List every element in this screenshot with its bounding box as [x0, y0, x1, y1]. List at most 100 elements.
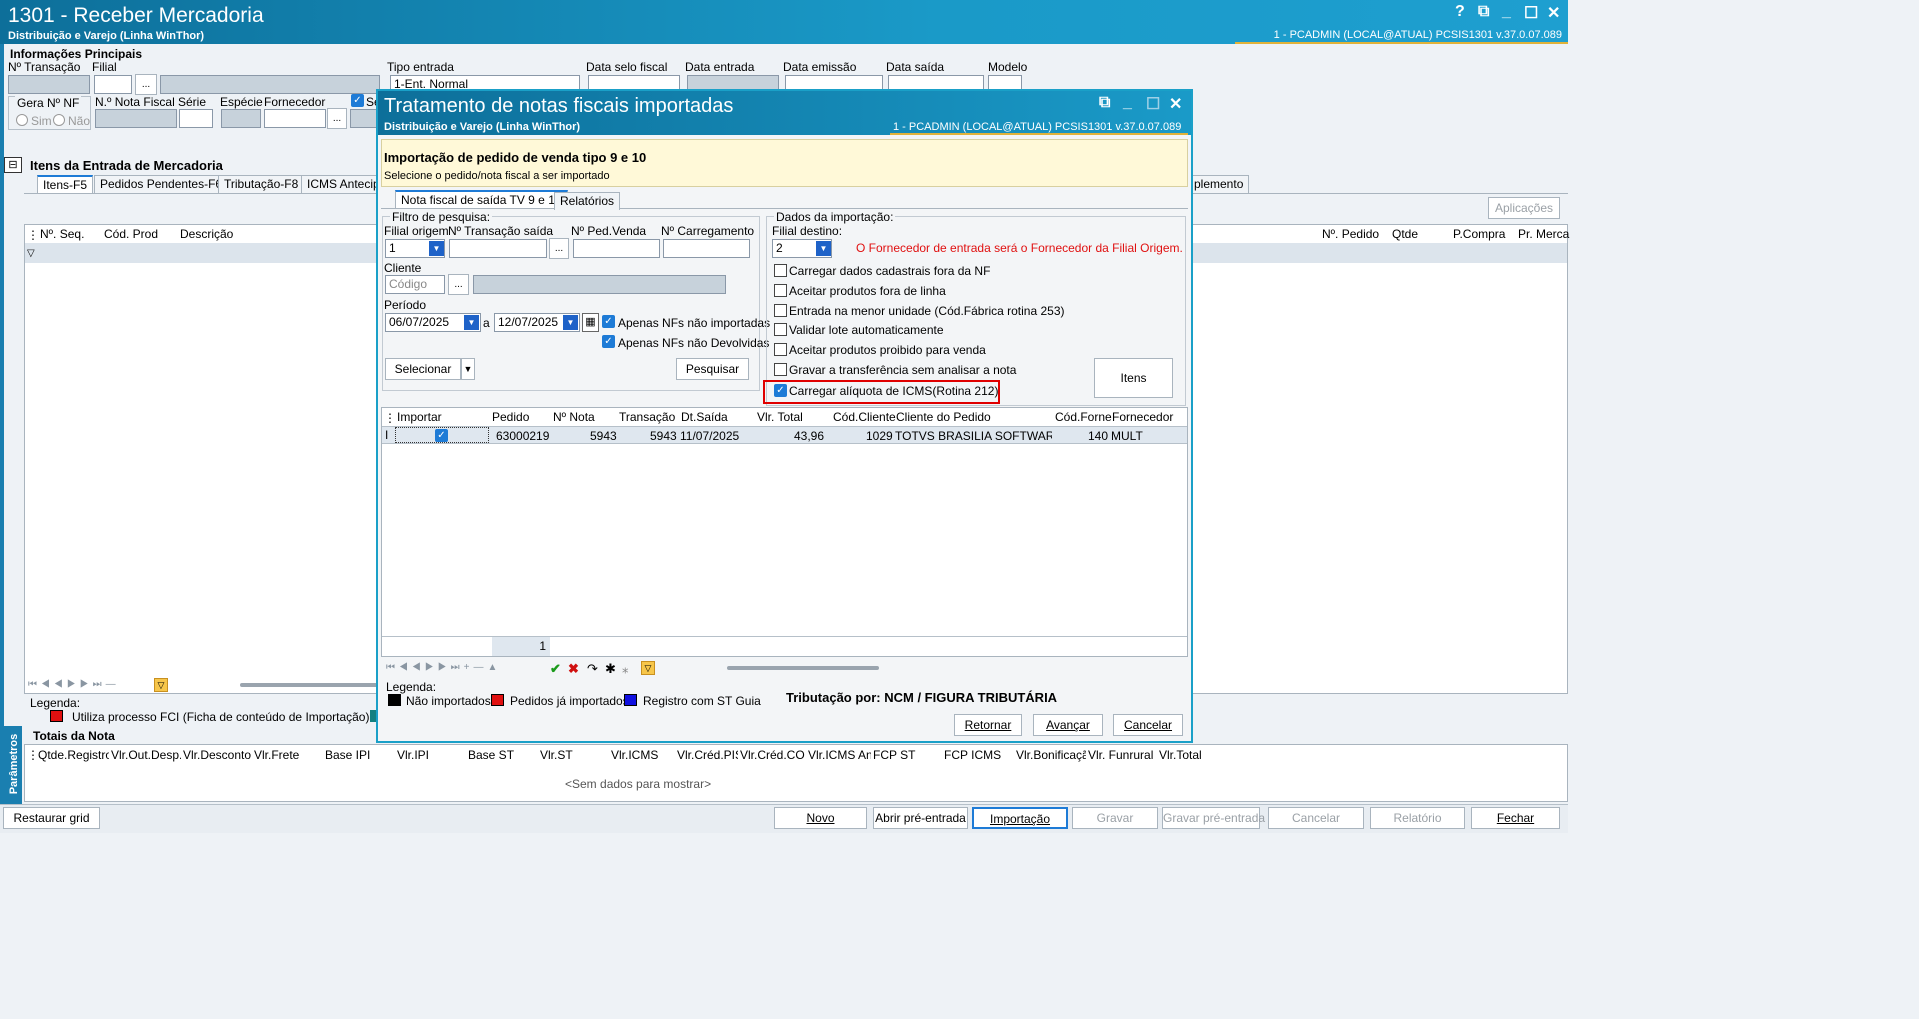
importacao-button[interactable]: Importação [972, 807, 1068, 829]
totais-col-9[interactable]: Vlr.Créd.PIS [677, 748, 738, 762]
help-icon[interactable]: ? [1455, 3, 1465, 21]
totais-col-16[interactable]: Vlr.Total [1159, 748, 1239, 762]
restaurar-grid-button[interactable]: Restaurar grid [3, 807, 100, 829]
col-transacao[interactable]: Transação [619, 410, 675, 424]
nao-radio[interactable] [53, 114, 65, 126]
grid-menu-icon[interactable]: ⋮ [27, 228, 39, 242]
col-nota[interactable]: Nº Nota [553, 410, 595, 424]
col-qtde[interactable]: Qtde [1392, 227, 1418, 241]
transacao-field[interactable] [8, 75, 90, 94]
items-filter-button[interactable]: ▽ [154, 678, 168, 692]
totais-col-0[interactable]: Qtde.Registro [38, 748, 109, 762]
selecionar-dropdown-icon[interactable]: ▼ [461, 358, 475, 380]
col-dt-saida[interactable]: Dt.Saída [681, 410, 728, 424]
cliente-codigo-field[interactable]: Código [385, 275, 445, 294]
totais-col-5[interactable]: Vlr.IPI [397, 748, 466, 762]
se-checkbox[interactable]: ✓ [351, 94, 364, 107]
dialog-hscroll[interactable] [727, 666, 879, 670]
dialog-grid-navigator[interactable]: ⏮◀◀▶▶⏭+—▲ [386, 662, 501, 673]
aplicacoes-button[interactable]: Aplicações [1488, 197, 1560, 219]
option-checkbox-1[interactable] [774, 284, 787, 297]
asterisk-icon[interactable]: ✱ [605, 661, 616, 677]
col-descricao[interactable]: Descrição [180, 227, 233, 241]
pesquisar-button[interactable]: Pesquisar [676, 358, 749, 380]
maximize-icon[interactable]: ☐ [1524, 3, 1538, 23]
tab-relatorios[interactable]: Relatórios [554, 192, 621, 210]
dialog-restore-icon[interactable]: ⧉ [1099, 94, 1110, 112]
icms-checkbox[interactable]: ✓ [774, 384, 787, 397]
col-vlr-total[interactable]: Vlr. Total [757, 410, 803, 424]
col-pedido[interactable]: Pedido [492, 410, 529, 424]
totais-col-15[interactable]: Vlr. Funrural [1088, 748, 1157, 762]
apenas-nao-importadas-checkbox[interactable]: ✓ [602, 315, 615, 328]
relatorio-button[interactable]: Relatório [1370, 807, 1465, 829]
totais-col-2[interactable]: Vlr.Desconto [183, 748, 252, 762]
novo-button[interactable]: Novo [774, 807, 867, 829]
col-seq[interactable]: Nº. Seq. [40, 227, 84, 241]
option-checkbox-3[interactable] [774, 323, 787, 336]
filial-search-button[interactable]: ... [135, 74, 157, 95]
apenas-nao-devolvidas-checkbox[interactable]: ✓ [602, 335, 615, 348]
totais-col-1[interactable]: Vlr.Out.Desp. [111, 748, 181, 762]
option-checkbox-0[interactable] [774, 264, 787, 277]
totais-col-6[interactable]: Base ST [468, 748, 538, 762]
sim-radio[interactable] [16, 114, 28, 126]
retornar-button[interactable]: Retornar [954, 714, 1022, 736]
post-icon[interactable]: ✔ [550, 661, 561, 677]
row-importar-checkbox[interactable]: ✓ [435, 429, 448, 442]
serie-field[interactable] [179, 109, 213, 128]
avancar-button[interactable]: Avançar [1033, 714, 1103, 736]
tab-itens[interactable]: Itens-F5 [37, 175, 94, 193]
filter-icon[interactable]: ▽ [27, 248, 35, 259]
totais-col-7[interactable]: Vlr.ST [540, 748, 609, 762]
tab-complemento[interactable]: plemento [1188, 175, 1250, 193]
minimize-icon[interactable]: _ [1502, 3, 1511, 21]
cancelar-button[interactable]: Cancelar [1268, 807, 1364, 829]
restore-icon[interactable]: ⧉ [1478, 3, 1489, 21]
ped-venda-field[interactable] [573, 239, 660, 258]
cliente-search-button[interactable]: ... [448, 274, 469, 295]
dialog-filter-button[interactable]: ▽ [641, 661, 655, 675]
especie-field[interactable] [221, 109, 261, 128]
fornecedor-search-button[interactable]: ... [327, 108, 347, 129]
data-final-dropdown-icon[interactable]: ▼ [563, 315, 578, 330]
col-fornecedor[interactable]: Fornecedor [1112, 410, 1173, 424]
fechar-button[interactable]: Fechar [1471, 807, 1560, 829]
items-hscroll[interactable] [240, 683, 380, 687]
fornecedor-field[interactable] [264, 109, 326, 128]
selecionar-button[interactable]: Selecionar [385, 358, 461, 380]
totais-col-13[interactable]: FCP ICMS [944, 748, 1014, 762]
option-checkbox-4[interactable] [774, 343, 787, 356]
transacao-search-button[interactable]: ... [549, 238, 569, 259]
close-icon[interactable]: ✕ [1547, 3, 1560, 23]
dialog-close-icon[interactable]: ✕ [1169, 94, 1182, 114]
nota-fiscal-field[interactable] [95, 109, 177, 128]
tab-tributacao[interactable]: Tributação-F8 [218, 175, 305, 193]
totais-col-4[interactable]: Base IPI [325, 748, 395, 762]
totais-col-10[interactable]: Vlr.Créd.CO [740, 748, 806, 762]
transacao-saida-field[interactable] [449, 239, 547, 258]
abrir-pre-entrada-button[interactable]: Abrir pré-entrada [873, 807, 968, 829]
col-importar[interactable]: Importar [397, 410, 442, 424]
gravar-button[interactable]: Gravar [1072, 807, 1158, 829]
calendar-icon[interactable]: ▦ [582, 313, 599, 332]
dialog-grid-menu-icon[interactable]: ⋮ [384, 411, 396, 425]
col-p-compra[interactable]: P.Compra [1453, 227, 1505, 241]
option-checkbox-2[interactable] [774, 304, 787, 317]
dialog-minimize-icon[interactable]: _ [1123, 94, 1132, 112]
option-checkbox-5[interactable] [774, 363, 787, 376]
col-cliente-pedido[interactable]: Cliente do Pedido [896, 410, 991, 424]
collapse-icon[interactable]: ⊟ [4, 157, 22, 173]
items-navigator[interactable]: ⏮◀◀▶▶⏭— [28, 679, 120, 690]
filial-origem-dropdown-icon[interactable]: ▼ [429, 241, 444, 256]
totais-col-3[interactable]: Vlr.Frete [254, 748, 323, 762]
refresh-icon[interactable]: ↷ [587, 661, 598, 677]
carregamento-field[interactable] [663, 239, 750, 258]
filial-destino-dropdown-icon[interactable]: ▼ [816, 241, 831, 256]
tab-nota-fiscal-saida[interactable]: Nota fiscal de saída TV 9 e 10 [395, 190, 568, 208]
cancel-edit-icon[interactable]: ✖ [568, 661, 579, 677]
col-cod-forne[interactable]: Cód.Forne [1055, 410, 1112, 424]
col-cod-prod[interactable]: Cód. Prod [104, 227, 158, 241]
asterisk-alt-icon[interactable]: ⁎ [622, 661, 629, 677]
totais-col-14[interactable]: Vlr.Bonificaçã [1016, 748, 1086, 762]
